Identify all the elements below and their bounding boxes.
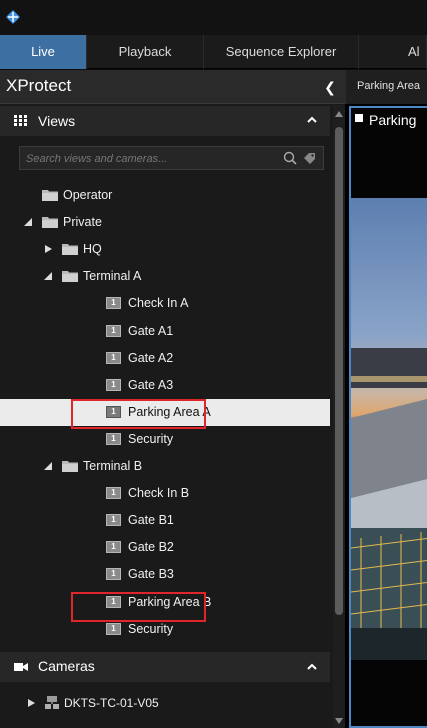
title-bar xyxy=(0,0,427,35)
tree-item-label: Check In B xyxy=(128,486,190,501)
folder-icon xyxy=(62,271,78,283)
tree-item-label: Operator xyxy=(63,188,113,202)
tab-live[interactable]: Live xyxy=(0,35,87,69)
tree-folder-item[interactable]: Terminal B xyxy=(0,453,330,480)
tree-item-label: Private xyxy=(63,215,102,230)
tree-item-label: HQ xyxy=(83,242,102,257)
view-tab[interactable]: Parking Area xyxy=(345,70,427,104)
camera-view-tile[interactable]: Parking xyxy=(349,106,427,728)
view-layout-icon: 1 xyxy=(106,324,121,337)
view-layout-icon: 1 xyxy=(106,514,121,527)
tree-item-label: Gate A2 xyxy=(128,350,174,365)
tree-folder-item[interactable]: Private xyxy=(0,209,330,236)
view-layout-icon: 1 xyxy=(106,487,121,500)
tree-view-item[interactable]: 1 Check In A xyxy=(0,290,330,317)
tree-item-label: Gate A1 xyxy=(128,323,174,338)
folder-icon xyxy=(62,461,78,472)
camera-icon xyxy=(14,663,28,671)
expanded-caret-icon[interactable] xyxy=(24,218,32,227)
search-box xyxy=(19,146,324,170)
tree-item-label: Gate B2 xyxy=(128,540,174,555)
caret-right-icon[interactable] xyxy=(44,245,52,254)
chevron-up-icon[interactable] xyxy=(306,661,318,673)
cameras-section-header[interactable]: Cameras xyxy=(0,652,330,682)
highlight-parking-area-b xyxy=(71,592,206,622)
views-section-header[interactable]: Views xyxy=(0,106,330,136)
camera-tree-item[interactable]: DKTS-TC-01-V05 xyxy=(0,690,330,717)
tree-item-label: Check In A xyxy=(128,296,189,311)
view-layout-icon: 1 xyxy=(106,432,121,445)
scroll-up-icon[interactable] xyxy=(335,110,343,118)
view-layout-icon: 1 xyxy=(106,351,121,364)
tree-view-item[interactable]: 1 Gate A2 xyxy=(0,345,330,372)
tree-view-item[interactable]: 1 Gate B1 xyxy=(0,507,330,534)
cameras-section-label: Cameras xyxy=(38,658,95,674)
xprotect-logo-icon xyxy=(6,10,20,24)
view-layout-icon: 1 xyxy=(106,297,121,310)
tree-folder-item[interactable]: Operator xyxy=(0,182,330,209)
view-layout-icon: 1 xyxy=(106,541,121,554)
view-pane: Parking Area Parking xyxy=(345,70,427,728)
sidebar-header: XProtect ❮ xyxy=(0,70,345,104)
main-tabs: Live Playback Sequence Explorer Al xyxy=(0,35,427,69)
tree-item-label: Gate B1 xyxy=(128,513,174,528)
tag-icon[interactable] xyxy=(303,152,317,166)
tree-item-label: Gate A3 xyxy=(128,377,174,392)
sidebar-scrollbar[interactable] xyxy=(333,105,345,728)
folder-icon xyxy=(42,217,58,229)
tab-sequence-explorer[interactable]: Sequence Explorer xyxy=(204,35,359,69)
folder-icon xyxy=(42,190,58,201)
folder-icon xyxy=(62,244,78,256)
chevron-up-icon[interactable] xyxy=(306,114,318,126)
tree-view-item[interactable]: 1 Gate A3 xyxy=(0,372,330,399)
tree-item-label: Gate B3 xyxy=(128,567,174,582)
tab-alarm-manager[interactable]: Al xyxy=(359,35,427,69)
tree-item-label: Terminal B xyxy=(83,459,143,473)
tree-view-item[interactable]: 1 Gate A1 xyxy=(0,318,330,345)
tree-view-item[interactable]: 1 Security xyxy=(0,426,330,453)
scroll-down-icon[interactable] xyxy=(335,717,343,725)
tree-view-item[interactable]: 1 Gate B3 xyxy=(0,561,330,588)
view-layout-icon: 1 xyxy=(106,568,121,581)
view-flag-icon xyxy=(355,114,363,122)
expanded-caret-icon[interactable] xyxy=(44,272,52,281)
server-icon xyxy=(45,696,59,709)
search-icon[interactable] xyxy=(283,151,297,165)
chevron-left-icon[interactable]: ❮ xyxy=(323,79,337,95)
tree-item-label: Security xyxy=(128,621,174,636)
tree-view-item[interactable]: 1 Gate B2 xyxy=(0,534,330,561)
camera-item-label: DKTS-TC-01-V05 xyxy=(64,696,159,710)
tree-folder-item[interactable]: Terminal A xyxy=(0,263,330,290)
view-tab-label: Parking Area xyxy=(357,80,420,92)
views-section-label: Views xyxy=(38,113,76,129)
search-input[interactable] xyxy=(26,151,266,167)
highlight-parking-area-a xyxy=(71,399,206,429)
sidebar-title: XProtect xyxy=(6,76,72,95)
tree-item-label: Terminal A xyxy=(83,269,142,284)
view-layout-icon: 1 xyxy=(106,622,121,635)
tree-item-label: Security xyxy=(128,431,174,446)
camera-feed-image xyxy=(351,198,427,660)
tab-playback[interactable]: Playback xyxy=(87,35,204,69)
tree-view-item[interactable]: 1 Check In B xyxy=(0,480,330,507)
expanded-caret-icon[interactable] xyxy=(44,462,52,470)
grid-icon xyxy=(14,115,27,126)
tree-folder-item[interactable]: HQ xyxy=(0,236,330,263)
caret-right-icon[interactable] xyxy=(28,699,35,707)
view-layout-icon: 1 xyxy=(106,378,121,391)
camera-view-title: Parking xyxy=(369,112,417,128)
scrollbar-thumb[interactable] xyxy=(335,127,343,615)
sidebar: XProtect ❮ Views Operator Private HQ Termin… xyxy=(0,70,345,728)
